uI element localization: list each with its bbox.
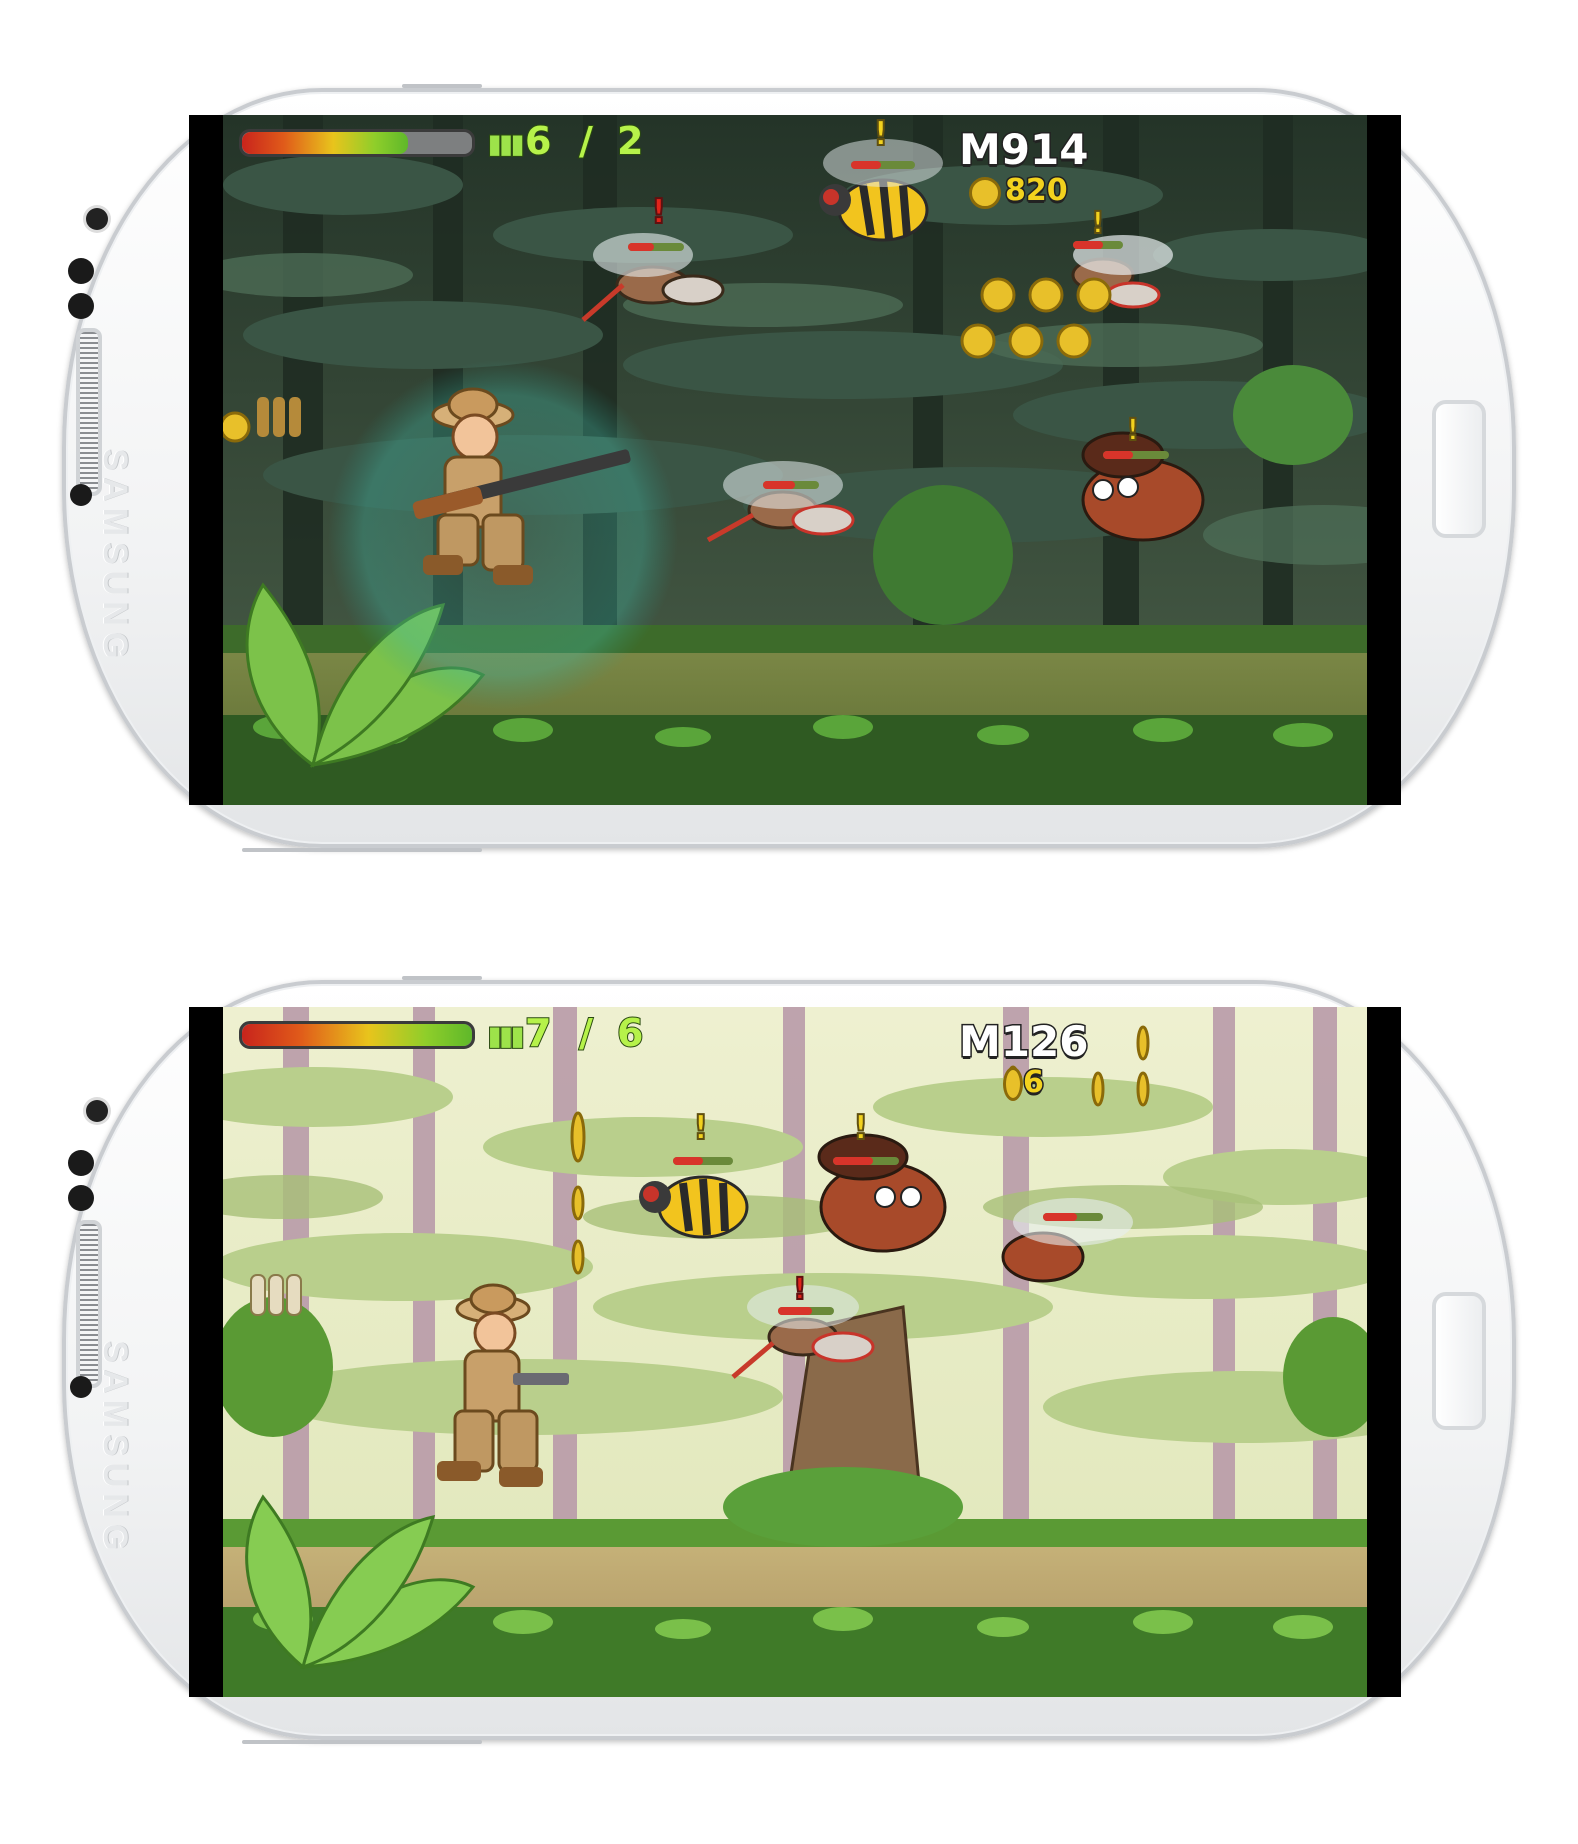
game-scene[interactable]: ! ! ! ▮▮▮ 7 / 6 M126 6 (223, 1007, 1367, 1697)
home-button[interactable] (1432, 1292, 1486, 1430)
coin-icon (969, 177, 1001, 209)
power-key (402, 84, 482, 88)
bullets-icon: ▮▮▮ (486, 1019, 525, 1053)
coin-counter: 6 (1022, 1064, 1046, 1102)
game-scene[interactable]: ! ! ! ! ▮▮▮ 6 / 2 M914 820 (223, 115, 1367, 805)
sensor (68, 1185, 94, 1211)
front-camera (86, 208, 108, 230)
sensor (70, 484, 92, 506)
volume-key (242, 848, 482, 852)
brand-logo: SAMSUNG (96, 1340, 134, 1557)
power-key (402, 976, 482, 980)
distance-counter: M914 (957, 124, 1089, 176)
sensor (70, 1376, 92, 1398)
volume-key (242, 1740, 482, 1744)
brand-logo: SAMSUNG (96, 448, 134, 665)
svg-text:!: ! (853, 1108, 869, 1148)
health-bar-fill (242, 132, 408, 154)
ammo-current: 7 (524, 1010, 552, 1056)
ammo-separator: / (578, 1010, 594, 1056)
sensor (68, 258, 94, 284)
bullets-icon: ▮▮▮ (486, 127, 525, 161)
svg-text:!: ! (873, 115, 889, 154)
svg-text:!: ! (1126, 413, 1140, 448)
front-camera (86, 1100, 108, 1122)
screen: ! ! ! ! ▮▮▮ 6 / 2 M914 820 (189, 115, 1401, 805)
jungle-scene: ! ! ! (223, 1007, 1367, 1697)
ammo-separator: / (578, 118, 594, 164)
distance-counter: M126 (957, 1016, 1089, 1068)
ammo-current: 6 (524, 118, 552, 164)
svg-text:!: ! (1091, 206, 1105, 241)
health-bar-fill (242, 1024, 472, 1046)
coin-counter: 820 (1004, 172, 1070, 210)
jungle-scene: ! ! ! ! (223, 115, 1367, 805)
health-bar (239, 129, 475, 157)
svg-text:!: ! (793, 1272, 807, 1307)
phone-bottom: SAMSUNG ! ! ! ▮▮▮ 7 / 6 M126 6 (62, 976, 1516, 1744)
home-button[interactable] (1432, 400, 1486, 538)
svg-text:!: ! (693, 1108, 709, 1148)
sensor (68, 293, 94, 319)
sensor (68, 1150, 94, 1176)
ammo-clips: 2 (616, 118, 644, 164)
coin-icon (1003, 1067, 1023, 1101)
phone-top: SAMSUNG ! ! ! ! ▮▮▮ 6 / 2 M914 820 (62, 84, 1516, 852)
screen: ! ! ! ▮▮▮ 7 / 6 M126 6 (189, 1007, 1401, 1697)
svg-text:!: ! (651, 192, 667, 232)
ammo-pickup (250, 1274, 302, 1316)
ammo-clips: 6 (616, 1010, 644, 1056)
health-bar (239, 1021, 475, 1049)
